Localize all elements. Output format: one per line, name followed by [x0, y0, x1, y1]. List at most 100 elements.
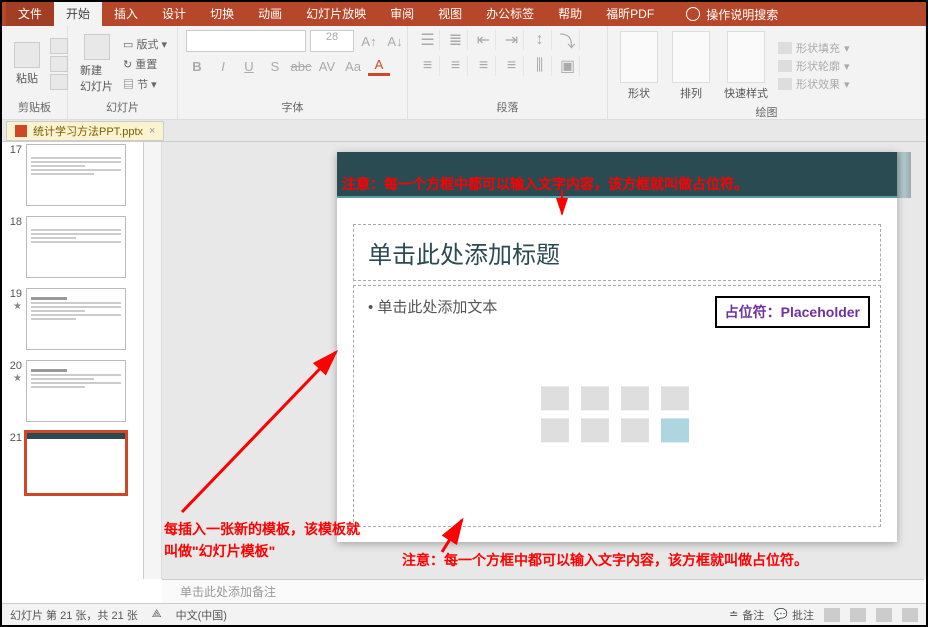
menu-design[interactable]: 设计 — [150, 2, 198, 26]
icon-icon[interactable] — [661, 418, 689, 442]
viewport: 17 18 19★ 20★ 21 单击此处添加标题 • 单击此处添加文本 占位符… — [2, 142, 926, 579]
accessibility-icon[interactable]: ⟁ — [152, 608, 162, 621]
annotation-bottom: 注意：每一个方框中都可以输入文字内容，该方框就叫做占位符。 — [402, 550, 808, 570]
font-family-select[interactable] — [186, 30, 306, 52]
quick-styles-button[interactable]: 快速样式 — [720, 29, 772, 103]
reset-button[interactable]: ↻ 重置 — [123, 56, 167, 72]
menu-help[interactable]: 帮助 — [546, 2, 594, 26]
section-button[interactable]: ▤ 节 ▾ — [123, 76, 167, 92]
sorter-view-button[interactable] — [850, 608, 866, 622]
font-color-button[interactable]: A — [368, 56, 390, 76]
align-right-button[interactable]: ≡ — [472, 56, 496, 76]
picture-icon[interactable] — [541, 418, 569, 442]
shape-outline-button[interactable]: 形状轮廓 ▾ — [778, 58, 850, 74]
arrange-button[interactable]: 排列 — [668, 29, 714, 103]
notes-pane[interactable]: 单击此处添加备注 — [162, 579, 924, 603]
normal-view-button[interactable] — [824, 608, 840, 622]
menu-foxit[interactable]: 福昕PDF — [594, 2, 666, 26]
shape-fill-button[interactable]: 形状填充 ▾ — [778, 40, 850, 56]
columns-button[interactable]: ⫼ — [528, 56, 552, 76]
shadow-button[interactable]: S — [264, 56, 286, 76]
close-tab-button[interactable]: × — [149, 125, 155, 137]
shape-effect-button[interactable]: 形状效果 ▾ — [778, 76, 850, 92]
menu-search[interactable]: 操作说明搜索 — [686, 6, 778, 23]
slide[interactable]: 单击此处添加标题 • 单击此处添加文本 占位符：Placeholder — [337, 152, 897, 542]
document-tab[interactable]: 统计学习方法PPT.pptx × — [6, 121, 164, 141]
3d-icon[interactable] — [661, 386, 689, 410]
underline-button[interactable]: U — [238, 56, 260, 76]
strike-button[interactable]: abc — [290, 56, 312, 76]
menu-review[interactable]: 审阅 — [378, 2, 426, 26]
menu-bar: 文件 开始 插入 设计 切换 动画 幻灯片放映 审阅 视图 办公标签 帮助 福昕… — [2, 2, 926, 26]
new-slide-icon — [84, 34, 110, 60]
status-bar: 幻灯片 第 21 张，共 21 张 ⟁ 中文(中国) ≐ 备注 💬 批注 — [2, 603, 926, 625]
menu-slideshow[interactable]: 幻灯片放映 — [294, 2, 378, 26]
notes-button[interactable]: ≐ 备注 — [729, 607, 764, 623]
align-center-button[interactable]: ≡ — [444, 56, 468, 76]
comments-button[interactable]: 💬 批注 — [774, 607, 814, 623]
thumbnail-18[interactable] — [26, 216, 126, 278]
title-placeholder[interactable]: 单击此处添加标题 — [353, 224, 881, 281]
shapes-button[interactable]: 形状 — [616, 29, 662, 103]
layout-button[interactable]: ▭ 版式 ▾ — [123, 36, 167, 52]
menu-animation[interactable]: 动画 — [246, 2, 294, 26]
menu-view[interactable]: 视图 — [426, 2, 474, 26]
paragraph-label: 段落 — [416, 97, 599, 115]
chart-icon[interactable] — [581, 386, 609, 410]
numbering-button[interactable]: ≣ — [444, 30, 468, 50]
thumbnail-20[interactable] — [26, 360, 126, 422]
indent-dec-button[interactable]: ⇤ — [472, 30, 496, 50]
italic-button[interactable]: I — [212, 56, 234, 76]
cut-button[interactable] — [50, 38, 68, 54]
powerpoint-icon — [15, 125, 27, 137]
menu-transition[interactable]: 切换 — [198, 2, 246, 26]
thumbnail-17[interactable] — [26, 144, 126, 206]
copy-button[interactable] — [50, 56, 68, 72]
content-insert-icons — [541, 386, 693, 442]
text-direction-button[interactable]: ⤵ — [556, 30, 580, 50]
shapes-icon — [620, 31, 658, 83]
slideshow-view-button[interactable] — [902, 608, 918, 622]
drawing-label: 绘图 — [616, 102, 917, 120]
spacing-button[interactable]: AV — [316, 56, 338, 76]
paste-button[interactable]: 粘贴 — [10, 40, 44, 88]
thumbnail-panel[interactable]: 17 18 19★ 20★ 21 — [2, 142, 144, 579]
new-slide-button[interactable]: 新建 幻灯片 — [76, 32, 117, 96]
format-painter-button[interactable] — [50, 74, 68, 90]
font-label: 字体 — [186, 97, 399, 115]
smartart-button[interactable]: ▣ — [556, 56, 580, 76]
slides-label: 幻灯片 — [76, 97, 169, 115]
align-left-button[interactable]: ≡ — [416, 56, 440, 76]
annotation-template: 每插入一张新的模板，该模板就叫做"幻灯片模板" — [164, 518, 364, 563]
slide-canvas[interactable]: 单击此处添加标题 • 单击此处添加文本 占位符：Placeholder 注意：每… — [162, 142, 926, 579]
justify-button[interactable]: ≡ — [500, 56, 524, 76]
language-indicator[interactable]: 中文(中国) — [176, 607, 227, 623]
clipboard-label: 剪贴板 — [10, 97, 59, 115]
menu-file[interactable]: 文件 — [6, 2, 54, 26]
quick-styles-icon — [727, 31, 765, 83]
content-placeholder[interactable]: • 单击此处添加文本 占位符：Placeholder — [353, 285, 881, 527]
ribbon: 粘贴 剪贴板 新建 幻灯片 ▭ 版式 ▾ ↻ 重置 ▤ 节 ▾ 幻灯片 — [2, 26, 926, 120]
indent-inc-button[interactable]: ⇥ — [500, 30, 524, 50]
thumbnail-19[interactable] — [26, 288, 126, 350]
line-spacing-button[interactable]: ↕ — [528, 30, 552, 50]
vertical-ruler — [144, 142, 162, 579]
placeholder-label: 占位符：Placeholder — [715, 296, 870, 328]
case-button[interactable]: Aa — [342, 56, 364, 76]
online-picture-icon[interactable] — [581, 418, 609, 442]
font-size-select[interactable]: 28 — [310, 30, 354, 52]
menu-insert[interactable]: 插入 — [102, 2, 150, 26]
video-icon[interactable] — [621, 418, 649, 442]
table-icon[interactable] — [541, 386, 569, 410]
menu-home[interactable]: 开始 — [54, 2, 102, 26]
bullets-button[interactable]: ☰ — [416, 30, 440, 50]
bold-button[interactable]: B — [186, 56, 208, 76]
increase-font-button[interactable]: A↑ — [358, 31, 380, 51]
decrease-font-button[interactable]: A↓ — [384, 31, 406, 51]
slide-counter: 幻灯片 第 21 张，共 21 张 — [10, 607, 138, 623]
menu-office[interactable]: 办公标签 — [474, 2, 546, 26]
thumbnail-21[interactable] — [26, 432, 126, 494]
reading-view-button[interactable] — [876, 608, 892, 622]
clipboard-icon — [14, 42, 40, 68]
smartart-icon[interactable] — [621, 386, 649, 410]
